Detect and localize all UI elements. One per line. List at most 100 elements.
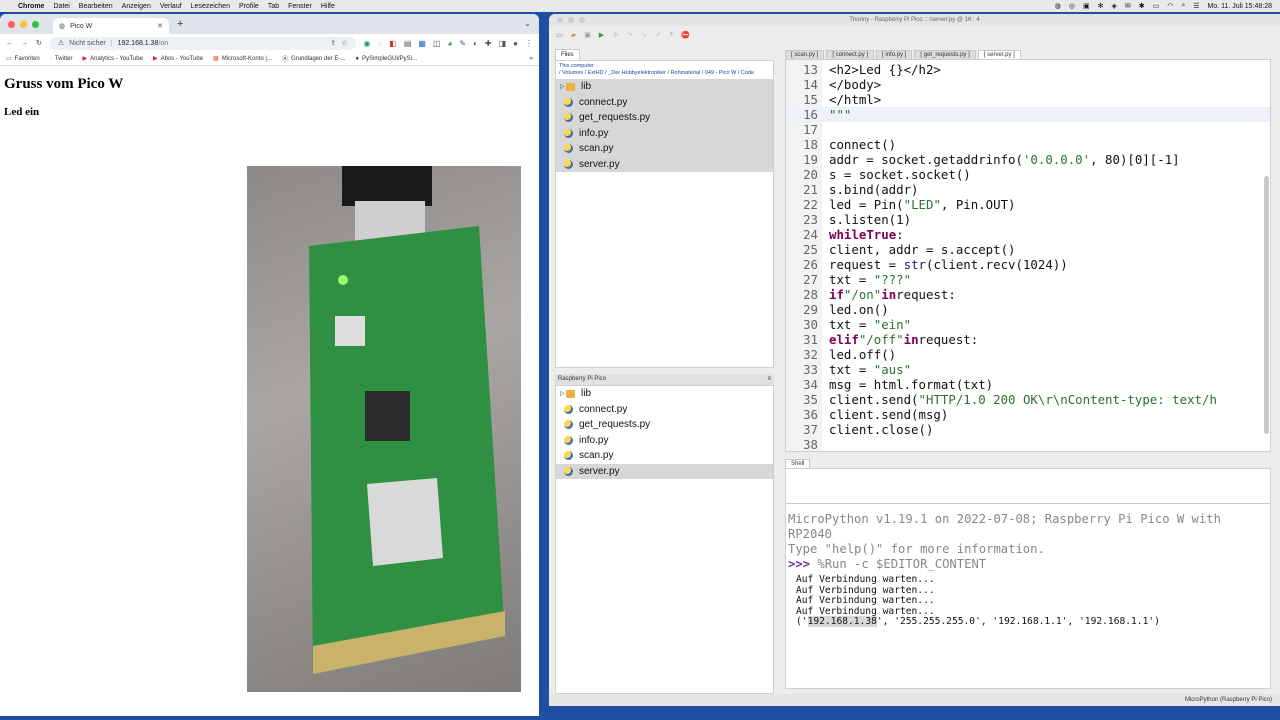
code-line[interactable]: 16 """ [786,107,1270,122]
code-line[interactable]: 15 </html> [786,92,881,107]
extension-icon[interactable]: ◕ [448,39,453,48]
url-host[interactable]: 192.168.1.38 [118,40,159,47]
resume-icon[interactable]: ⏵ [667,31,676,40]
menu-item[interactable]: Anzeigen [122,3,151,10]
minimize-window-button[interactable] [20,20,27,28]
shell-console[interactable]: MicroPython v1.19.1 on 2022-07-08; Raspb… [785,468,1271,689]
editor-scrollbar[interactable] [1264,176,1269,434]
panel-menu-icon[interactable]: ≡ [767,376,771,383]
menu-item[interactable]: Hilfe [321,3,335,10]
file-row[interactable]: info.py [556,433,773,449]
shell-ip-selected[interactable]: 192.168.1.38 [807,616,877,627]
close-tab-icon[interactable]: ✕ [157,22,163,30]
code-line[interactable]: 26 request = str(client.recv(1024)) [786,257,1068,272]
side-panel-icon[interactable]: ◨ [499,39,507,48]
bluetooth-icon[interactable]: ✱ [1139,2,1145,10]
bookmark-item[interactable]: ◦ Twitter [50,56,73,62]
code-line[interactable]: 21 s.bind(addr) [786,182,918,197]
bookmark-item[interactable]: ● PySimpleGUI/PySi... [355,56,417,62]
file-row[interactable]: connect.py [556,402,773,418]
battery-icon[interactable]: ▭ [1153,2,1160,10]
menu-item[interactable]: Profile [239,3,259,10]
editor-tab[interactable]: [ scan.py ] [785,50,825,59]
extension-icon[interactable]: ◌ [377,39,382,48]
extension-icon[interactable]: ▤ [404,39,412,48]
code-line[interactable]: 14 </body> [786,77,881,92]
bookmark-item[interactable]: ▦ Microsoft-Konto |... [213,55,272,63]
code-line[interactable]: 28 if "/on" in request: [786,287,956,302]
extension-icon[interactable]: ✎ [459,39,466,48]
url-path[interactable]: /on [158,40,168,47]
code-line[interactable]: 23 s.listen(1) [786,212,911,227]
menubar-clock[interactable]: Mo. 11. Juli 15:48:28 [1208,3,1272,10]
status-app-icon[interactable]: ◎ [1069,2,1075,10]
stop-icon[interactable]: ⛔ [681,31,690,40]
menu-item[interactable]: Tab [268,3,279,10]
forward-arrow-icon[interactable]: → [21,40,28,47]
search-icon[interactable]: ⌕ [1181,2,1185,10]
file-row[interactable]: info.py [556,125,773,141]
reload-icon[interactable]: ↻ [36,39,42,47]
file-row[interactable]: ▷ lib [556,79,773,95]
step-over-icon[interactable]: ↷ [625,31,634,40]
status-app-icon[interactable]: ◈ [1111,2,1116,10]
status-app-icon[interactable]: ✉ [1125,2,1131,10]
code-line[interactable]: 19 addr = socket.getaddrinfo('0.0.0.0', 8… [786,152,1180,167]
status-app-icon[interactable]: ✻ [1098,2,1104,10]
file-row[interactable]: server.py [556,463,773,479]
address-bar[interactable]: ⚠ Nicht sicher | 192.168.1.38/on ⇪ ☆ [49,36,356,50]
editor-tab[interactable]: [ connect.py ] [826,50,875,59]
status-app-icon[interactable]: ▣ [1083,2,1090,10]
menu-item[interactable]: Verlauf [160,3,182,10]
close-window-button[interactable] [8,20,15,28]
code-line[interactable]: 20 s = socket.socket() [786,167,971,182]
file-row[interactable]: scan.py [556,141,773,157]
tab-search-chevron-icon[interactable]: ⌄ [524,19,531,28]
debug-icon[interactable]: ✲ [611,31,620,40]
menu-item[interactable]: Datei [53,3,69,10]
code-line[interactable]: 29 led.on() [786,302,889,317]
security-label[interactable]: Nicht sicher [69,40,106,47]
code-editor[interactable]: 13 <h2>Led {}</h2> 14 </body> 15 </html> 16 "… [785,59,1271,452]
bookmark-star-icon[interactable]: ☆ [341,39,347,47]
thonny-statusbar[interactable]: MicroPython (Raspberry Pi Pico) [549,694,1280,706]
code-line[interactable]: 30 txt = "ein" [786,317,911,332]
editor-tab[interactable]: [ info.py ] [876,50,913,59]
shell-tab[interactable]: Shell [785,459,811,468]
code-line[interactable]: 32 led.off() [786,347,896,362]
bookmark-item[interactable]: Ⓐ Grundlagen der E-... [282,54,345,64]
new-tab-button[interactable]: + [177,18,183,30]
more-menu-icon[interactable]: ⋮ [525,39,533,48]
file-row[interactable]: get_requests.py [556,417,773,433]
run-icon[interactable]: ▶ [597,31,606,40]
profile-avatar[interactable]: ● [513,39,518,48]
bookmark-item[interactable]: ▭ Favoriten [6,55,40,63]
extension-icon[interactable]: ◧ [389,39,397,48]
menu-item[interactable]: Bearbeiten [79,3,113,10]
browser-tab[interactable]: ◍ Pico W ✕ [53,18,169,34]
code-line[interactable]: 25 client, addr = s.accept() [786,242,1015,257]
share-icon[interactable]: ⇪ [330,39,336,47]
code-line[interactable]: 36 client.send(msg) [786,407,948,422]
file-row[interactable]: server.py [556,156,773,172]
menu-app-name[interactable]: Chrome [18,3,44,10]
code-line[interactable]: 24 while True: [786,227,904,242]
code-line[interactable]: 18 connect() [786,137,896,152]
editor-tab-active[interactable]: [ server.py ] [977,50,1021,59]
file-row[interactable]: scan.py [556,448,773,464]
editor-tab[interactable]: [ get_requests.py ] [914,50,976,59]
code-line[interactable]: 13 <h2>Led {}</h2> [786,62,941,77]
save-file-icon[interactable]: ▣ [583,31,592,40]
step-into-icon[interactable]: ↘ [639,31,648,40]
status-app-icon[interactable]: ◍ [1055,2,1061,10]
extension-icon[interactable]: ▦ [418,39,426,48]
bookmark-item[interactable]: ▶ Analytics - YouTube [83,55,143,63]
extension-icon[interactable]: ◉ [364,39,371,48]
code-line[interactable]: 33 txt = "aus" [786,362,911,377]
interpreter-status[interactable]: MicroPython (Raspberry Pi Pico) [1185,697,1272,703]
code-line[interactable]: 22 led = Pin("LED", Pin.OUT) [786,197,1015,212]
code-line[interactable]: 35 client.send("HTTP/1.0 200 OK\r\nConte… [786,392,1217,407]
files-tab[interactable]: Files [555,49,580,60]
open-file-icon[interactable]: ▰ [569,31,578,40]
file-row[interactable]: connect.py [556,94,773,110]
